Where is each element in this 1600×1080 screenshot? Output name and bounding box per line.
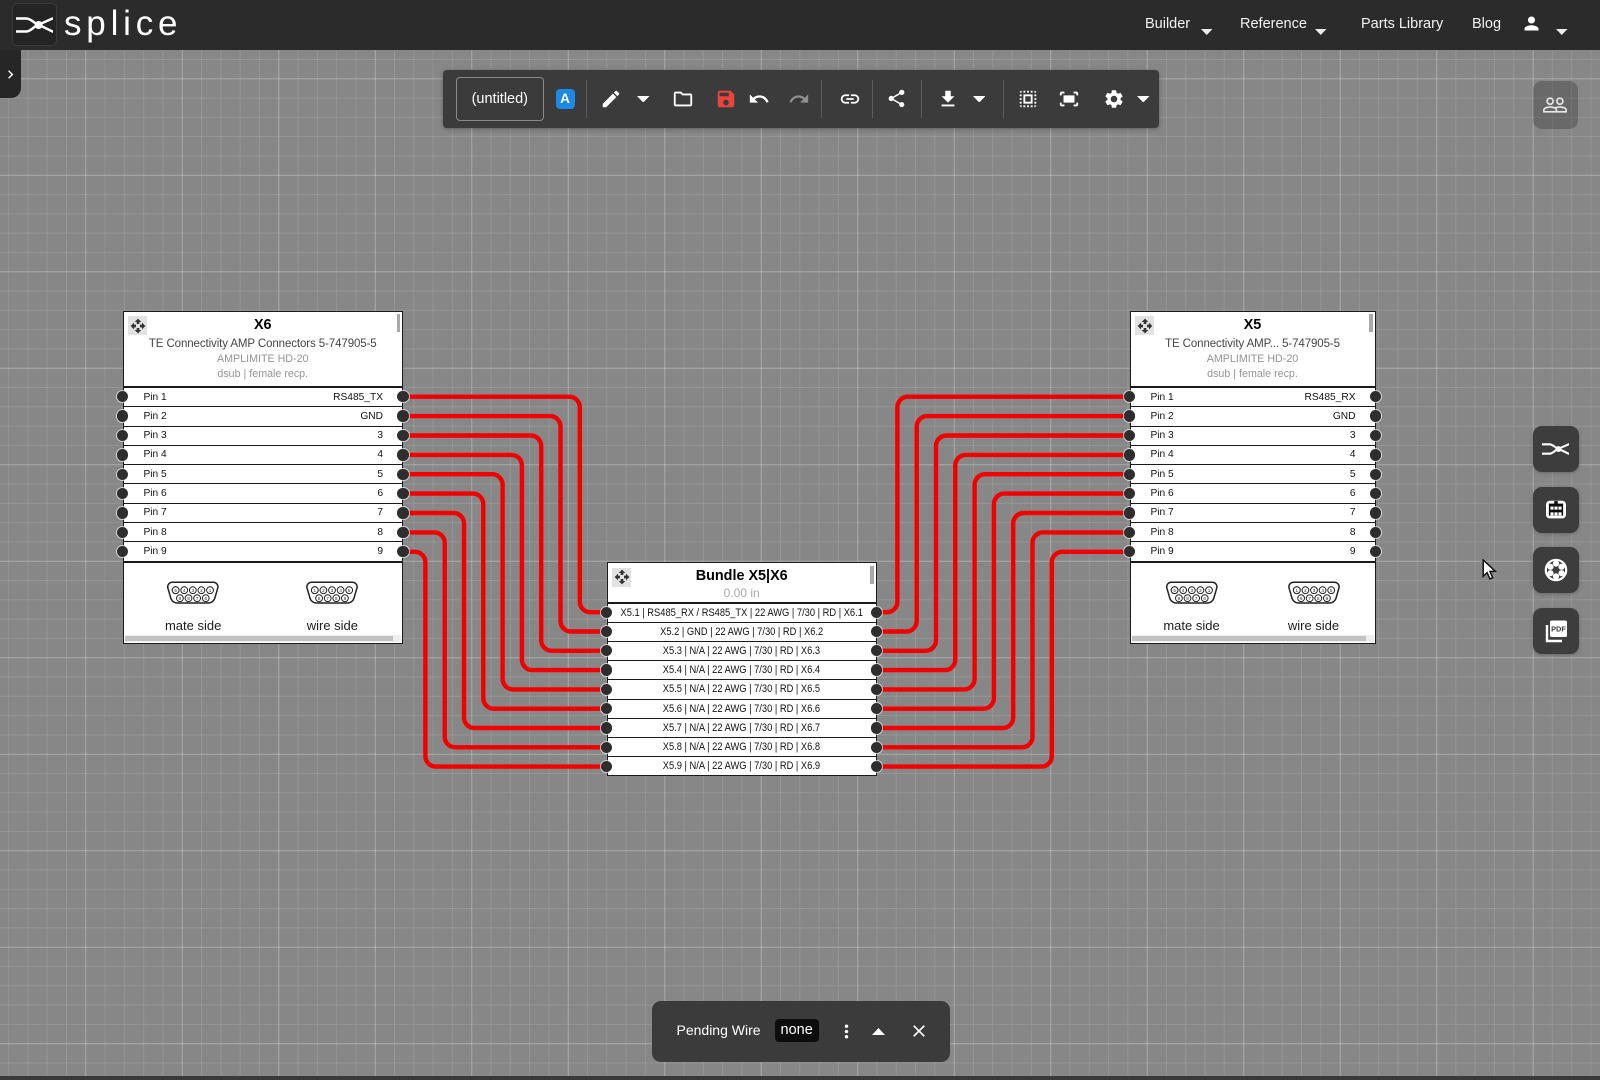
svg-text:2: 2 xyxy=(322,587,325,592)
svg-text:1: 1 xyxy=(1207,587,1210,592)
svg-text:4: 4 xyxy=(1321,587,1324,592)
svg-text:6: 6 xyxy=(318,595,321,600)
svg-text:5: 5 xyxy=(348,587,351,592)
svg-text:7: 7 xyxy=(196,595,199,600)
svg-text:1: 1 xyxy=(1295,587,1298,592)
svg-text:4: 4 xyxy=(183,587,186,592)
svg-text:3: 3 xyxy=(192,587,195,592)
svg-text:PDF: PDF xyxy=(1551,624,1566,633)
svg-text:2: 2 xyxy=(200,587,203,592)
svg-text:9: 9 xyxy=(1325,595,1328,600)
svg-text:3: 3 xyxy=(331,587,334,592)
svg-text:9: 9 xyxy=(1177,595,1180,600)
svg-text:1: 1 xyxy=(209,587,212,592)
svg-text:5: 5 xyxy=(175,587,178,592)
svg-text:7: 7 xyxy=(1195,595,1198,600)
svg-text:5: 5 xyxy=(1173,587,1176,592)
svg-text:3: 3 xyxy=(1312,587,1315,592)
svg-text:6: 6 xyxy=(1299,595,1302,600)
svg-text:4: 4 xyxy=(340,587,343,592)
svg-text:2: 2 xyxy=(1199,587,1202,592)
svg-text:8: 8 xyxy=(1317,595,1320,600)
svg-text:8: 8 xyxy=(188,595,191,600)
svg-text:7: 7 xyxy=(327,595,330,600)
svg-text:6: 6 xyxy=(1203,595,1206,600)
svg-text:8: 8 xyxy=(335,595,338,600)
svg-text:4: 4 xyxy=(1182,587,1185,592)
svg-text:7: 7 xyxy=(1308,595,1311,600)
svg-text:5: 5 xyxy=(1329,587,1332,592)
svg-text:3: 3 xyxy=(1190,587,1193,592)
svg-text:9: 9 xyxy=(344,595,347,600)
svg-text:2: 2 xyxy=(1304,587,1307,592)
svg-text:6: 6 xyxy=(205,595,208,600)
svg-text:9: 9 xyxy=(179,595,182,600)
svg-text:1: 1 xyxy=(314,587,317,592)
svg-text:8: 8 xyxy=(1186,595,1189,600)
